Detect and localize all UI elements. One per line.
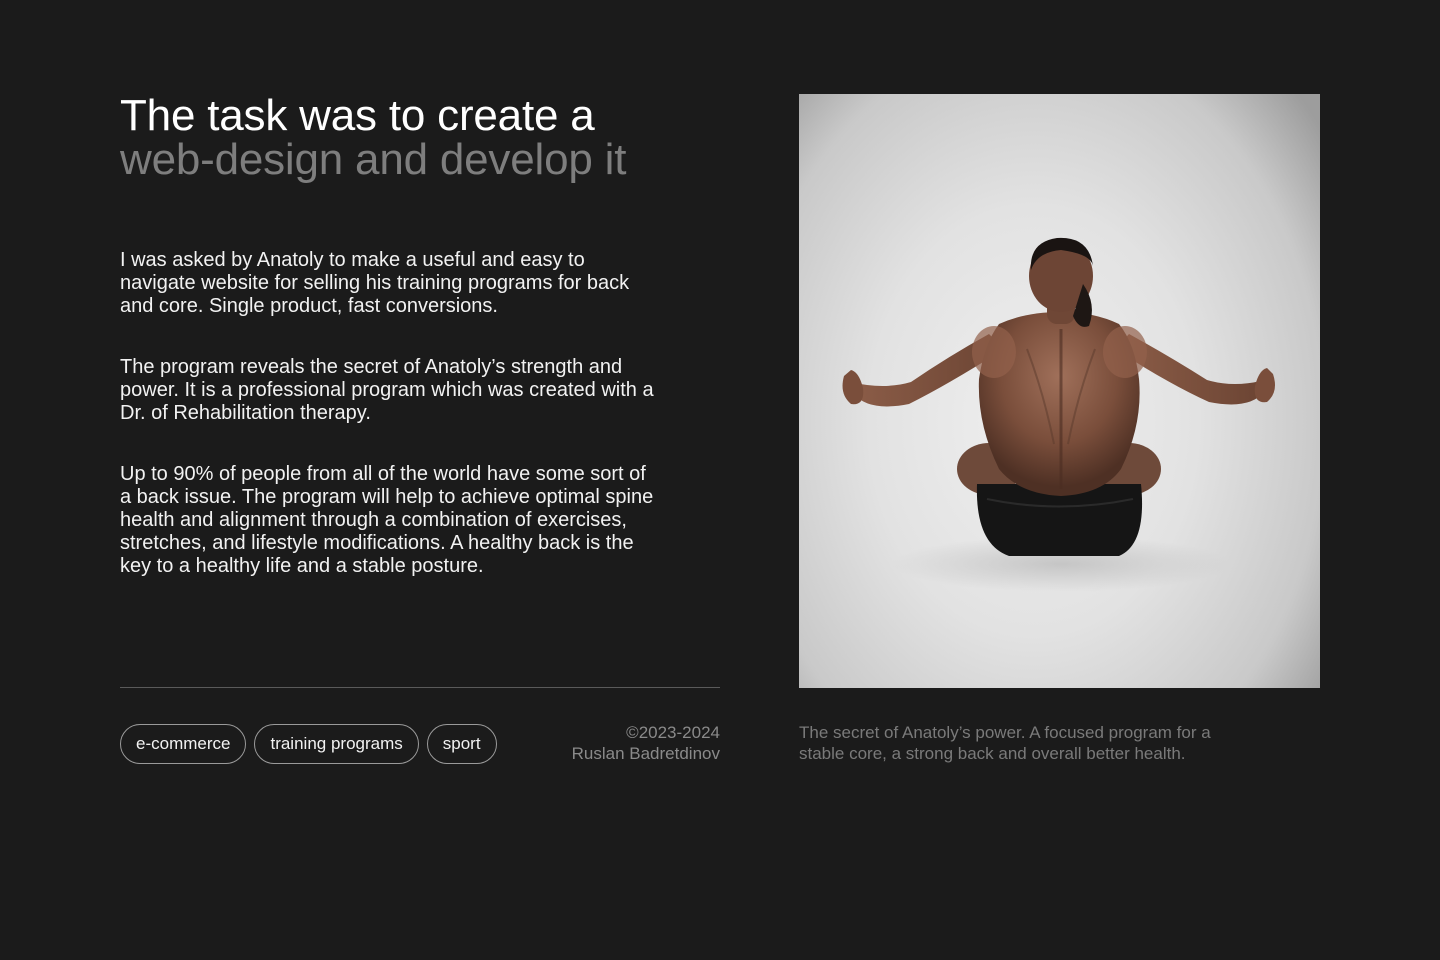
tag-sport[interactable]: sport <box>426 724 497 764</box>
athlete-illustration <box>842 237 1275 592</box>
section-divider <box>120 687 720 688</box>
back-health-paragraph: Up to 90% of people from all of the worl… <box>120 463 654 577</box>
tag-ecommerce[interactable]: e-commerce <box>120 724 247 764</box>
tag-list: e-commerce training programs sport <box>120 724 497 764</box>
project-heading: The task was to create a web-design and … <box>120 94 626 182</box>
heading-line-secondary: web-design and develop it <box>120 135 627 184</box>
intro-paragraph: I was asked by Anatoly to make a useful … <box>120 249 630 317</box>
tag-training-programs[interactable]: training programs <box>254 724 419 764</box>
credits-author: Ruslan Badretdinov <box>571 744 720 763</box>
heading-line-primary: The task was to create a <box>120 91 595 140</box>
credits: ©2023-2024 Ruslan Badretdinov <box>572 722 720 764</box>
hero-photo <box>799 94 1320 688</box>
credits-years: ©2023-2024 <box>626 723 720 742</box>
project-page: The task was to create a web-design and … <box>0 0 1440 960</box>
photo-caption: The secret of Anatoly’s power. A focused… <box>799 723 1211 763</box>
program-paragraph: The program reveals the secret of Anatol… <box>120 356 654 424</box>
